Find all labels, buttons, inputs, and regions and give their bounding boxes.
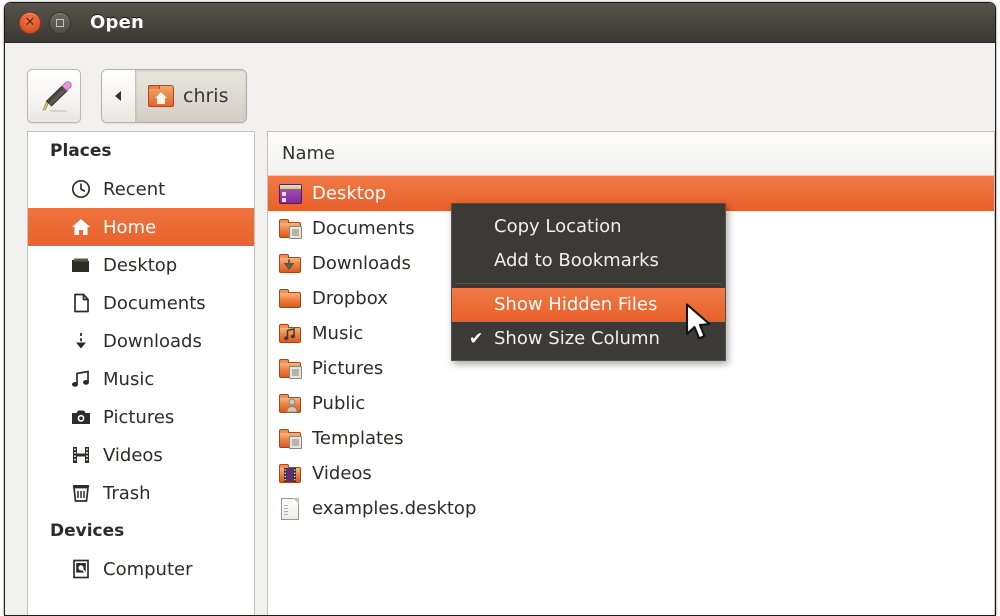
dialog-toolbar: chris (5, 43, 995, 131)
menu-item-show-size-column[interactable]: ✔ Show Size Column (452, 322, 725, 356)
download-icon (70, 330, 92, 352)
clock-icon (70, 178, 92, 200)
maximize-square-glyph (56, 19, 64, 27)
menu-item-label: Add to Bookmarks (494, 250, 659, 271)
desktop-folder-icon (278, 183, 302, 205)
window-title: Open (90, 12, 144, 33)
sidebar-item-label: Videos (103, 445, 163, 466)
menu-item-add-to-bookmarks[interactable]: Add to Bookmarks (452, 244, 725, 278)
file-name: Public (312, 393, 365, 414)
sidebar-item-desktop[interactable]: Desktop (28, 246, 254, 284)
templates-folder-icon (278, 428, 302, 450)
path-back-button[interactable] (102, 70, 136, 122)
sidebar-item-videos[interactable]: Videos (28, 436, 254, 474)
sidebar-item-pictures[interactable]: Pictures (28, 398, 254, 436)
file-row-videos[interactable]: Videos (268, 456, 994, 491)
sidebar-item-label: Home (103, 217, 156, 238)
trash-icon (70, 482, 92, 504)
camera-icon (70, 406, 92, 428)
sidebar-item-label: Recent (103, 179, 165, 200)
text-file-icon (278, 498, 302, 520)
file-row-public[interactable]: Public (268, 386, 994, 421)
computer-icon (70, 558, 92, 580)
chevron-left-icon (115, 91, 121, 101)
sidebar-item-label: Trash (103, 483, 151, 504)
file-row-examples-desktop[interactable]: examples.desktop (268, 491, 994, 526)
checkmark-icon: ✔ (469, 322, 483, 356)
column-header-name: Name (268, 143, 335, 164)
file-name: examples.desktop (312, 498, 476, 519)
sidebar-item-downloads[interactable]: Downloads (28, 322, 254, 360)
music-note-icon (70, 368, 92, 390)
pencil-icon (35, 77, 75, 117)
sidebar-item-label: Music (103, 369, 154, 390)
menu-item-label: Show Hidden Files (494, 294, 657, 315)
window-titlebar: ✕ Open (5, 3, 995, 43)
screen: ✕ Open (0, 0, 1000, 616)
file-row-templates[interactable]: Templates (268, 421, 994, 456)
videos-folder-icon (278, 463, 302, 485)
sidebar-item-label: Documents (103, 293, 206, 314)
sidebar-item-label: Computer (103, 559, 192, 580)
sidebar-section-devices-header: Devices (28, 512, 254, 550)
file-name: Documents (312, 218, 415, 239)
sidebar-section-places-header: Places (28, 132, 254, 170)
file-name: Pictures (312, 358, 383, 379)
open-file-dialog-window: ✕ Open (4, 2, 996, 616)
window-close-icon[interactable]: ✕ (19, 12, 41, 34)
sidebar-item-home[interactable]: Home (28, 208, 254, 246)
file-name: Downloads (312, 253, 411, 274)
sidebar-item-documents[interactable]: Documents (28, 284, 254, 322)
file-name: Dropbox (312, 288, 388, 309)
sidebar-item-label: Desktop (103, 255, 177, 276)
music-folder-icon (278, 323, 302, 345)
file-list-column-header[interactable]: Name (268, 132, 994, 176)
public-folder-icon (278, 393, 302, 415)
context-menu[interactable]: Copy Location Add to Bookmarks Show Hidd… (451, 203, 726, 361)
menu-item-label: Show Size Column (494, 328, 660, 349)
home-folder-icon (148, 85, 174, 107)
file-name: Desktop (312, 183, 386, 204)
file-name: Music (312, 323, 363, 344)
pictures-folder-icon (278, 358, 302, 380)
sidebar-item-music[interactable]: Music (28, 360, 254, 398)
document-icon (70, 292, 92, 314)
menu-separator (455, 283, 722, 284)
downloads-folder-icon (278, 253, 302, 275)
desktop-icon (70, 254, 92, 276)
file-name: Templates (312, 428, 404, 449)
menu-item-label: Copy Location (494, 216, 622, 237)
sidebar-item-label: Pictures (103, 407, 174, 428)
folder-icon (278, 288, 302, 310)
film-icon (70, 444, 92, 466)
file-name: Videos (312, 463, 372, 484)
sidebar-item-recent[interactable]: Recent (28, 170, 254, 208)
sidebar-item-computer[interactable]: Computer (28, 550, 254, 588)
window-maximize-icon[interactable] (49, 12, 71, 34)
type-filename-button[interactable] (27, 69, 81, 123)
breadcrumb-button-chris[interactable]: chris (136, 70, 246, 122)
close-x-glyph: ✕ (20, 13, 40, 33)
breadcrumb-label: chris (183, 85, 228, 107)
documents-folder-icon (278, 218, 302, 240)
menu-item-copy-location[interactable]: Copy Location (452, 210, 725, 244)
sidebar-item-label: Downloads (103, 331, 202, 352)
menu-item-show-hidden-files[interactable]: Show Hidden Files (452, 288, 725, 322)
house-icon (70, 216, 92, 238)
sidebar-item-trash[interactable]: Trash (28, 474, 254, 512)
path-breadcrumb-bar: chris (101, 69, 247, 123)
places-sidebar[interactable]: Places Recent Home (27, 131, 255, 616)
